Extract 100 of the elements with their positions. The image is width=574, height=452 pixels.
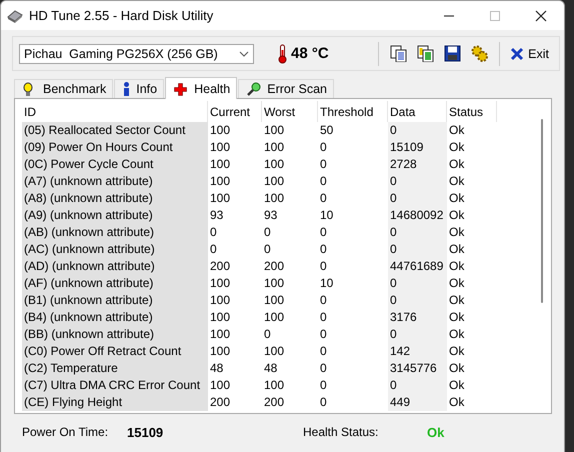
table-cell-text: 0 (319, 173, 328, 190)
table-cell-text: 0 (209, 224, 218, 241)
table-cell-text: Ok (448, 173, 466, 190)
table-cell-text: Ok (448, 139, 466, 156)
plus-icon (174, 82, 188, 96)
thermometer-icon (278, 44, 287, 64)
table-cell: (AD) (unknown attribute) (22, 258, 208, 275)
table-cell-text: 100 (209, 156, 232, 173)
table-cell: 3145776 (388, 360, 447, 377)
table-cell: (09) Power On Hours Count (22, 139, 208, 156)
health-label: Health Status: (303, 425, 380, 439)
table-cell-text: 48 (263, 360, 278, 377)
table-cell-text: 100 (263, 309, 286, 326)
table-cell-text: 100 (263, 275, 286, 292)
table-cell-text: 100 (263, 292, 286, 309)
table-cell-text: 0 (319, 292, 328, 309)
table-cell: 142 (388, 343, 447, 360)
scrollbar[interactable] (541, 119, 543, 303)
tab[interactable]: Info (114, 79, 164, 98)
table-cell-text: 0 (319, 241, 328, 258)
table-cell-text: 100 (209, 190, 232, 207)
table-cell: 0 (388, 377, 447, 394)
table-cell-text: Ok (448, 241, 466, 258)
table-cell-text: 100 (209, 173, 232, 190)
table-cell-text: 93 (209, 207, 224, 224)
table-cell-text: 0 (319, 326, 328, 343)
table-cell-text: 0 (319, 309, 328, 326)
table-cell: 0 (388, 326, 447, 343)
table-cell-text: 100 (263, 173, 286, 190)
table-cell-text: 100 (209, 292, 232, 309)
gear-icon (471, 45, 488, 62)
temperature-reading: 48 °C (291, 45, 329, 62)
health-value: Ok (427, 424, 444, 440)
column-header[interactable]: Worst (262, 101, 318, 122)
table-cell-text: 48 (209, 360, 224, 377)
table-cell-text: 0 (263, 224, 272, 241)
table-cell-text: Ok (448, 224, 466, 241)
table-cell-text: 200 (263, 394, 286, 411)
table-cell: (CE) Flying Height (22, 394, 208, 411)
table-cell: 0 (388, 224, 447, 241)
table-cell-text: 100 (209, 309, 232, 326)
table-cell-text: 0 (319, 377, 328, 394)
table-cell: (AB) (unknown attribute) (22, 224, 208, 241)
table-cell-text: 0 (263, 241, 272, 258)
table-cell-text: 100 (209, 377, 232, 394)
table-cell: (C0) Power Off Retract Count (22, 343, 208, 360)
info-icon (123, 82, 130, 96)
table-cell-text: Ok (448, 377, 466, 394)
table-cell-text: 200 (209, 394, 232, 411)
search-icon (247, 82, 262, 96)
exit-button[interactable]: Exit (506, 44, 553, 62)
table-cell-text: Ok (448, 122, 466, 139)
table-cell-text: Ok (448, 207, 466, 224)
table-cell: (A7) (unknown attribute) (22, 173, 208, 190)
table-cell-text: 100 (209, 275, 232, 292)
table-cell-text: 0 (209, 241, 218, 258)
table-cell: 3176 (388, 309, 447, 326)
tab[interactable]: Benchmark (14, 79, 114, 98)
table-cell-text: 0 (319, 190, 328, 207)
table-cell-text: Ok (448, 343, 466, 360)
table-cell-text: 50 (319, 122, 334, 139)
table-cell: (A8) (unknown attribute) (22, 190, 208, 207)
table-cell-text: 200 (263, 258, 286, 275)
column-header[interactable]: Threshold (318, 101, 388, 122)
table-cell: 44761689 (388, 258, 447, 275)
table-cell-text: 0 (319, 224, 328, 241)
table-cell: 0 (388, 241, 447, 258)
maximize-icon (489, 10, 501, 22)
table-cell-text: 100 (209, 122, 232, 139)
table-cell-text: Ok (448, 309, 466, 326)
table-cell-text: 100 (263, 139, 286, 156)
table-cell-text: 100 (263, 122, 286, 139)
table-cell: 14680092 (388, 207, 447, 224)
table-cell: (A9) (unknown attribute) (22, 207, 208, 224)
drive-dropdown[interactable]: Pichau Gaming PG256X (256 GB) (19, 44, 254, 64)
column-header[interactable]: Status (447, 101, 497, 122)
table-cell-text: Ok (448, 360, 466, 377)
table-cell-text: 0 (319, 360, 328, 377)
table-cell: (05) Reallocated Sector Count (22, 122, 208, 139)
table-cell-text: 100 (209, 326, 232, 343)
column-header[interactable]: Current (208, 101, 262, 122)
pages-icon (417, 45, 434, 62)
table-cell-text: Ok (448, 190, 466, 207)
table-cell-text: Ok (448, 275, 466, 292)
table-cell: (0C) Power Cycle Count (22, 156, 208, 173)
window-title: HD Tune 2.55 - Hard Disk Utility (29, 8, 214, 23)
table-cell: 0 (388, 122, 447, 139)
table-cell-text: Ok (448, 394, 466, 411)
table-cell-text: 100 (209, 139, 232, 156)
table-cell-text: 100 (263, 190, 286, 207)
x-icon (510, 46, 524, 60)
table-cell-text: Ok (448, 258, 466, 275)
pages-icon (390, 45, 408, 62)
table-cell-text: 93 (263, 207, 278, 224)
table-cell-text: Ok (448, 292, 466, 309)
tab[interactable]: Error Scan (238, 79, 334, 98)
table-cell: 449 (388, 394, 447, 411)
table-cell: (C2) Temperature (22, 360, 208, 377)
tab[interactable]: Health (165, 77, 238, 99)
table-cell-text: 0 (319, 258, 328, 275)
